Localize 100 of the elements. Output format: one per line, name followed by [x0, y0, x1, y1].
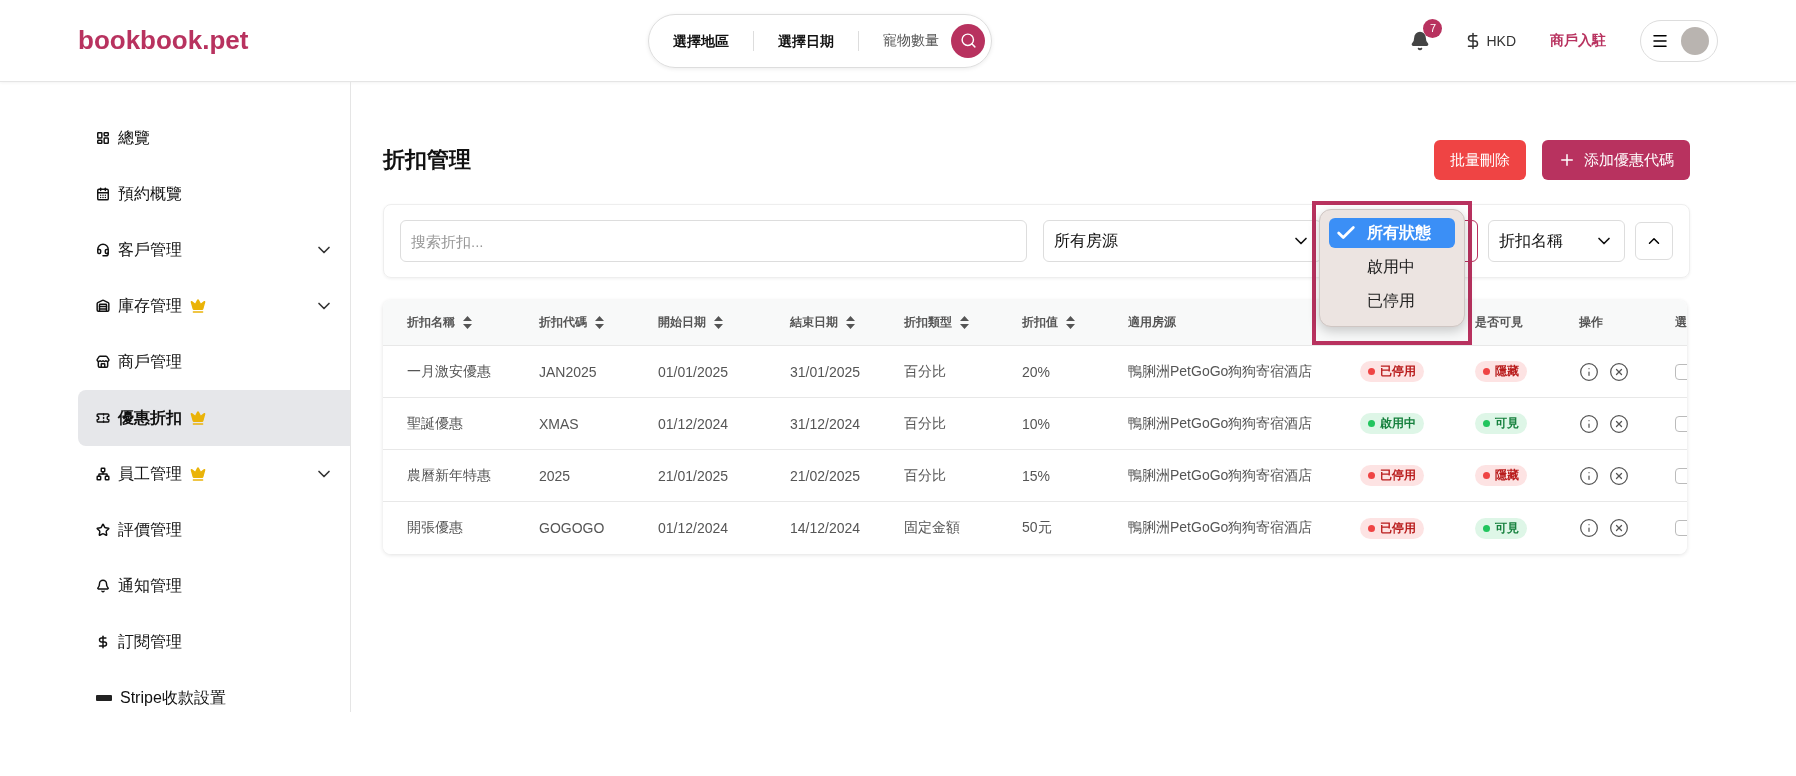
table-cell: XMAS [539, 415, 579, 432]
sidebar-item[interactable]: 訂閱管理 [78, 614, 350, 670]
column-header[interactable]: 折扣類型 [904, 314, 952, 331]
delete-icon-button[interactable] [1609, 518, 1629, 538]
delete-button[interactable]: 批量刪除 [1434, 140, 1526, 180]
sidebar-item[interactable]: 評價管理 [78, 502, 350, 558]
table-cell: 固定金額 [904, 519, 960, 537]
status-tag: 已停用 [1360, 517, 1424, 539]
table-cell: 百分比 [904, 466, 946, 485]
sidebar-item[interactable]: 客戶管理 [78, 222, 350, 278]
table-cell: JAN2025 [539, 363, 597, 380]
table-cell: 01/12/2024 [658, 520, 729, 536]
sidebar-item[interactable]: 總覽 [78, 110, 350, 166]
search-button[interactable] [951, 23, 985, 58]
notification-button[interactable] [1410, 30, 1431, 51]
sort-select[interactable]: 折扣名稱 [1488, 220, 1625, 262]
table-cell: 鴨脷洲PetGoGo狗狗寄宿酒店 [1128, 519, 1313, 537]
delete-icon-button[interactable] [1609, 361, 1629, 382]
info-button[interactable] [1579, 465, 1599, 486]
sort-icon[interactable] [463, 316, 472, 329]
column-header[interactable]: 折扣代碼 [539, 314, 587, 331]
table-cell: 開張優惠 [407, 519, 463, 537]
sidebar-item[interactable]: 商戶管理 [78, 334, 350, 390]
circle-x-icon [1609, 518, 1629, 538]
sort-icon[interactable] [846, 316, 855, 329]
currency-button[interactable]: HKD [1464, 31, 1516, 50]
bell-icon [96, 579, 110, 593]
table-cell: 21/01/2025 [658, 467, 729, 484]
dashboard-icon [96, 131, 110, 145]
table-cell: 百分比 [904, 362, 946, 381]
ticket-icon [96, 411, 110, 425]
column-header[interactable]: 結束日期 [790, 314, 838, 331]
info-button[interactable] [1579, 413, 1599, 434]
sort-icon[interactable] [714, 316, 723, 329]
search-field[interactable]: 搜索折扣... [400, 220, 1027, 262]
table-cell: 20% [1022, 363, 1051, 380]
search-icon [959, 32, 977, 49]
notification-badge: 7 [1423, 18, 1443, 38]
column-header[interactable]: 折扣值 [1022, 314, 1058, 331]
star-icon [96, 523, 110, 537]
dropdown-option[interactable]: 已停用 [1329, 286, 1455, 316]
visibility-tag: 隱藏 [1475, 465, 1527, 486]
sidebar-item[interactable]: 通知管理 [78, 558, 350, 614]
visibility-tag: 可見 [1475, 517, 1527, 539]
info-icon [1579, 361, 1599, 382]
delete-icon-button[interactable] [1609, 413, 1629, 434]
table-cell: 鴨脷洲PetGoGo狗狗寄宿酒店 [1128, 466, 1313, 485]
sidebar-item[interactable]: Stripe收款設置 [78, 670, 350, 726]
circle-x-icon [1609, 361, 1629, 382]
column-header: 適用房源 [1128, 314, 1176, 331]
column-header[interactable]: 折扣名稱 [407, 314, 455, 331]
visibility-tag: 可見 [1475, 413, 1527, 434]
status-tag: 已停用 [1360, 465, 1424, 486]
crown-icon [190, 466, 206, 482]
network-icon [96, 467, 110, 481]
dollar-icon [96, 635, 110, 649]
sort-icon[interactable] [595, 316, 604, 329]
info-button[interactable] [1579, 518, 1599, 538]
dropdown-option[interactable]: 啟用中 [1329, 252, 1455, 282]
add-button[interactable]: 添加優惠代碼 [1542, 140, 1690, 180]
sidebar-item[interactable]: 預約概覽 [78, 166, 350, 222]
search-segment[interactable]: 選擇日期 [778, 30, 859, 51]
row-checkbox[interactable] [1675, 467, 1687, 484]
table-cell: 31/12/2024 [790, 415, 861, 432]
column-header[interactable]: 開始日期 [658, 314, 706, 331]
user-menu-button[interactable] [1640, 19, 1718, 62]
search-segment[interactable]: 選擇地區 [673, 30, 754, 51]
sort-icon[interactable] [1066, 316, 1075, 329]
crown-icon [190, 410, 206, 426]
table-cell: 農曆新年特惠 [407, 466, 491, 485]
info-icon [1579, 518, 1599, 538]
delete-icon-button[interactable] [1609, 465, 1629, 486]
table-cell: 聖誕優惠 [407, 414, 463, 433]
merchant-link[interactable]: 商戶入駐 [1550, 31, 1606, 50]
table-cell: 01/01/2025 [658, 363, 729, 380]
info-button[interactable] [1579, 361, 1599, 382]
circle-x-icon [1609, 465, 1629, 486]
column-header: 選 [1675, 314, 1687, 331]
crown-icon [190, 298, 206, 314]
status-tag: 啟用中 [1360, 413, 1424, 434]
row-checkbox[interactable] [1675, 415, 1687, 432]
calendar-icon [96, 187, 110, 201]
row-checkbox[interactable] [1675, 520, 1687, 536]
table-cell: 15% [1022, 467, 1051, 484]
visibility-tag: 隱藏 [1475, 361, 1527, 382]
sidebar-item[interactable]: 庫存管理 [78, 278, 350, 334]
row-checkbox[interactable] [1675, 363, 1687, 380]
sidebar-item[interactable]: 優惠折扣 [78, 390, 350, 446]
search-placeholder[interactable]: 寵物數量 [883, 31, 939, 50]
table-cell: 百分比 [904, 414, 946, 433]
sidebar-item[interactable]: 員工管理 [78, 446, 350, 502]
table-cell: GOGOGO [539, 520, 605, 536]
table-cell: 14/12/2024 [790, 520, 861, 536]
bell-icon [1410, 30, 1431, 51]
logo[interactable]: bookbook.pet [78, 25, 648, 56]
headset-icon [96, 243, 110, 257]
plus-icon [1558, 151, 1576, 169]
sort-icon[interactable] [960, 316, 969, 329]
avatar-placeholder [1681, 26, 1709, 55]
table-cell: 2025 [539, 467, 571, 484]
